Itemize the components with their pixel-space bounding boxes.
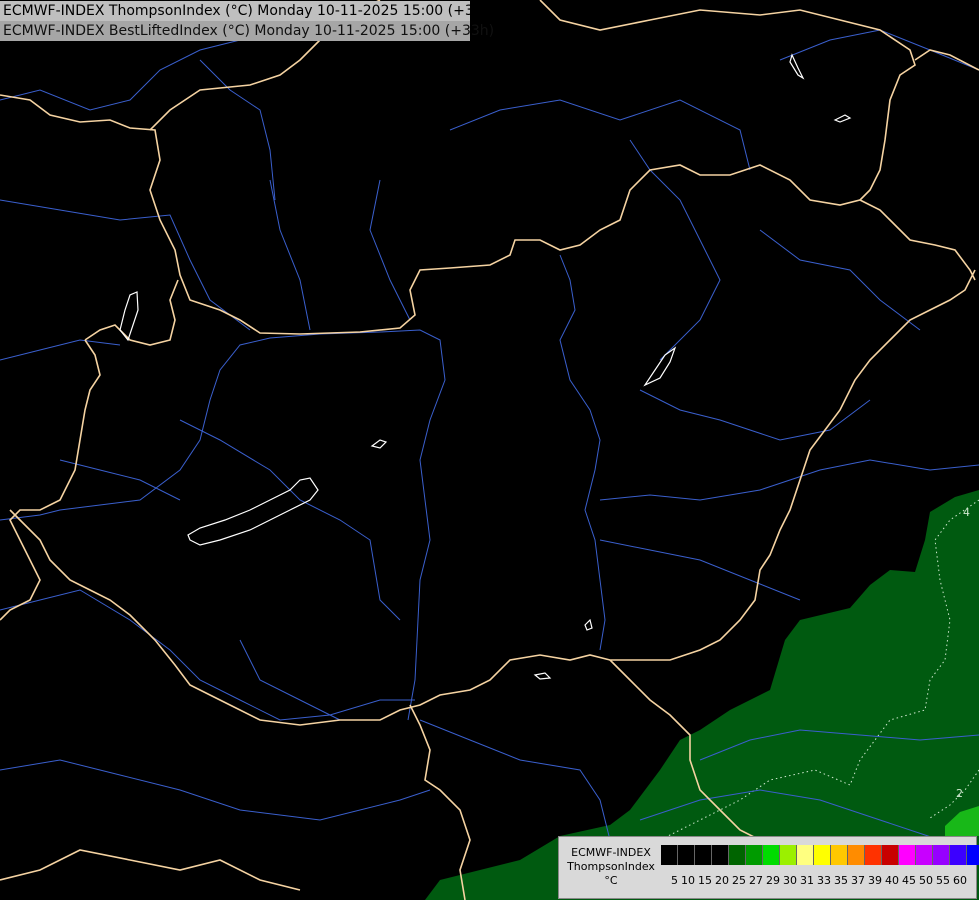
forecast-map: 4 2 bbox=[0, 0, 979, 900]
legend-swatch bbox=[848, 845, 865, 865]
legend-swatch bbox=[780, 845, 797, 865]
legend-tick-label: 10 bbox=[681, 874, 695, 887]
legend-swatch bbox=[950, 845, 967, 865]
legend-tick-label: 55 bbox=[936, 874, 950, 887]
contour-label-4: 4 bbox=[963, 506, 970, 519]
legend-swatch bbox=[746, 845, 763, 865]
legend-swatch bbox=[797, 845, 814, 865]
legend-tick-label bbox=[967, 874, 979, 888]
legend-tick-label: 35 bbox=[834, 874, 848, 887]
legend-swatch bbox=[814, 845, 831, 865]
legend-swatch bbox=[831, 845, 848, 865]
legend-tick-label: 60 bbox=[953, 874, 967, 887]
legend-swatch bbox=[712, 845, 729, 865]
legend-swatch bbox=[916, 845, 933, 865]
legend-swatch bbox=[763, 845, 780, 865]
legend-tick-label: 20 bbox=[715, 874, 729, 887]
legend-tick-label: 45 bbox=[902, 874, 916, 887]
legend-swatch bbox=[729, 845, 746, 865]
legend-label: ECMWF-INDEX ThompsonIndex °C bbox=[563, 846, 659, 888]
legend-swatch bbox=[882, 845, 899, 865]
legend-tick-label: 27 bbox=[749, 874, 763, 887]
color-legend: ECMWF-INDEX ThompsonIndex °C 5 10 15 20 25 27… bbox=[558, 836, 979, 899]
legend-tick-label: 37 bbox=[851, 874, 865, 887]
legend-tick-label: 33 bbox=[817, 874, 831, 887]
legend-tick-label: 25 bbox=[732, 874, 746, 887]
legend-tick-label: 15 bbox=[698, 874, 712, 887]
map-title-secondary: ECMWF-INDEX BestLiftedIndex (°C) Monday … bbox=[0, 21, 494, 41]
legend-swatch bbox=[967, 845, 979, 865]
legend-tick-label: 5 bbox=[671, 874, 678, 887]
legend-tick-label: 40 bbox=[885, 874, 899, 887]
legend-tick-label: 39 bbox=[868, 874, 882, 887]
legend-tick-label: 31 bbox=[800, 874, 814, 887]
legend-tick-label: 30 bbox=[783, 874, 797, 887]
legend-swatch bbox=[933, 845, 950, 865]
legend-swatch bbox=[678, 845, 695, 865]
legend-unit: °C bbox=[604, 874, 618, 887]
legend-swatch bbox=[695, 845, 712, 865]
legend-parameter: ThompsonIndex bbox=[567, 860, 655, 873]
legend-tick-label: 29 bbox=[766, 874, 780, 887]
legend-swatches bbox=[661, 845, 979, 865]
legend-model: ECMWF-INDEX bbox=[571, 846, 651, 859]
map-title-primary: ECMWF-INDEX ThompsonIndex (°C) Monday 10… bbox=[0, 1, 497, 21]
legend-swatch bbox=[899, 845, 916, 865]
contour-label-2: 2 bbox=[956, 787, 963, 800]
legend-swatch bbox=[865, 845, 882, 865]
legend-swatch bbox=[661, 845, 678, 865]
legend-ticks: 5 10 15 20 25 27 29 30 31 33 35 37 39 40 45 50 55 60 bbox=[661, 874, 979, 888]
legend-tick-label: 50 bbox=[919, 874, 933, 887]
